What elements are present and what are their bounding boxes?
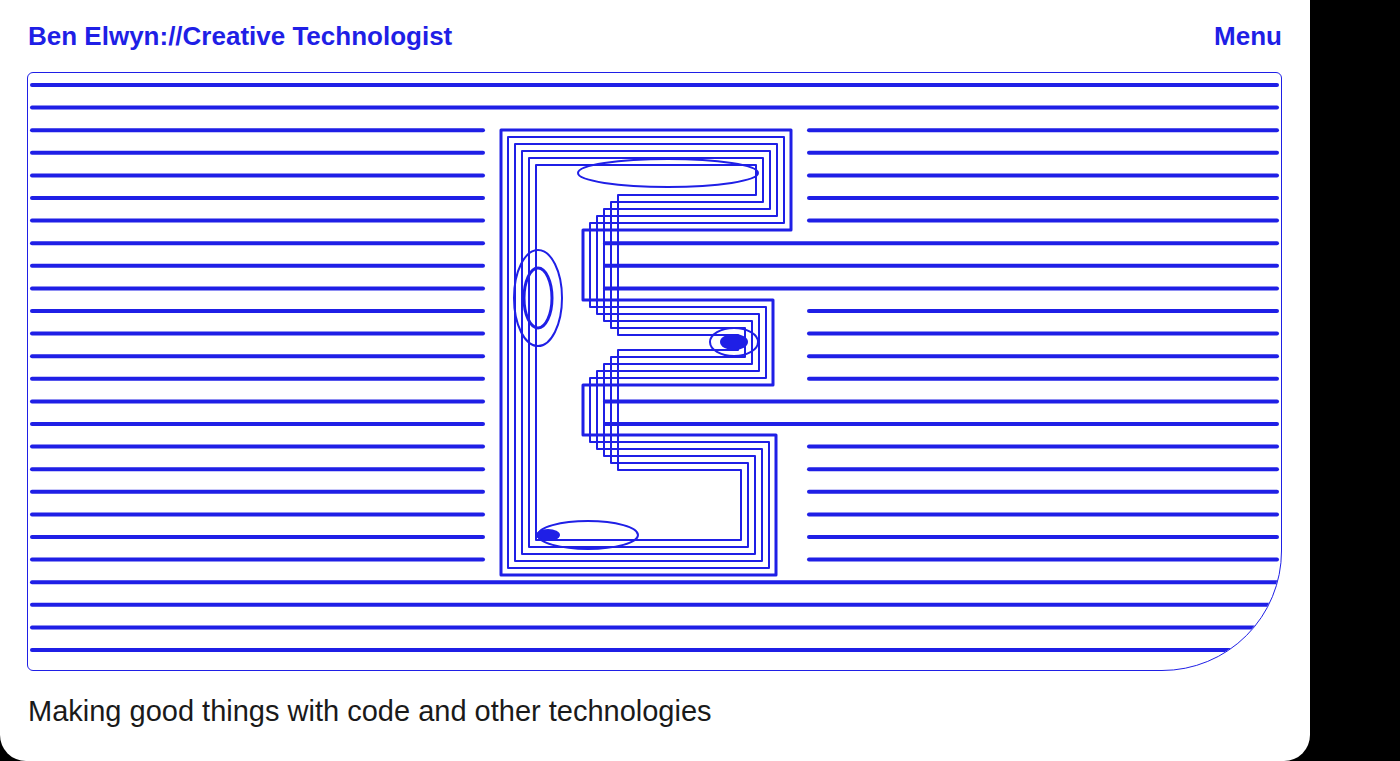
site-header: Ben Elwyn://Creative Technologist Menu	[0, 0, 1310, 72]
tagline: Making good things with code and other t…	[0, 671, 1310, 728]
menu-button[interactable]: Menu	[1214, 21, 1282, 52]
hero-panel	[27, 72, 1282, 671]
flow-lines-art	[28, 73, 1281, 670]
page: Ben Elwyn://Creative Technologist Menu Mak…	[0, 0, 1310, 761]
site-title[interactable]: Ben Elwyn://Creative Technologist	[28, 21, 452, 52]
